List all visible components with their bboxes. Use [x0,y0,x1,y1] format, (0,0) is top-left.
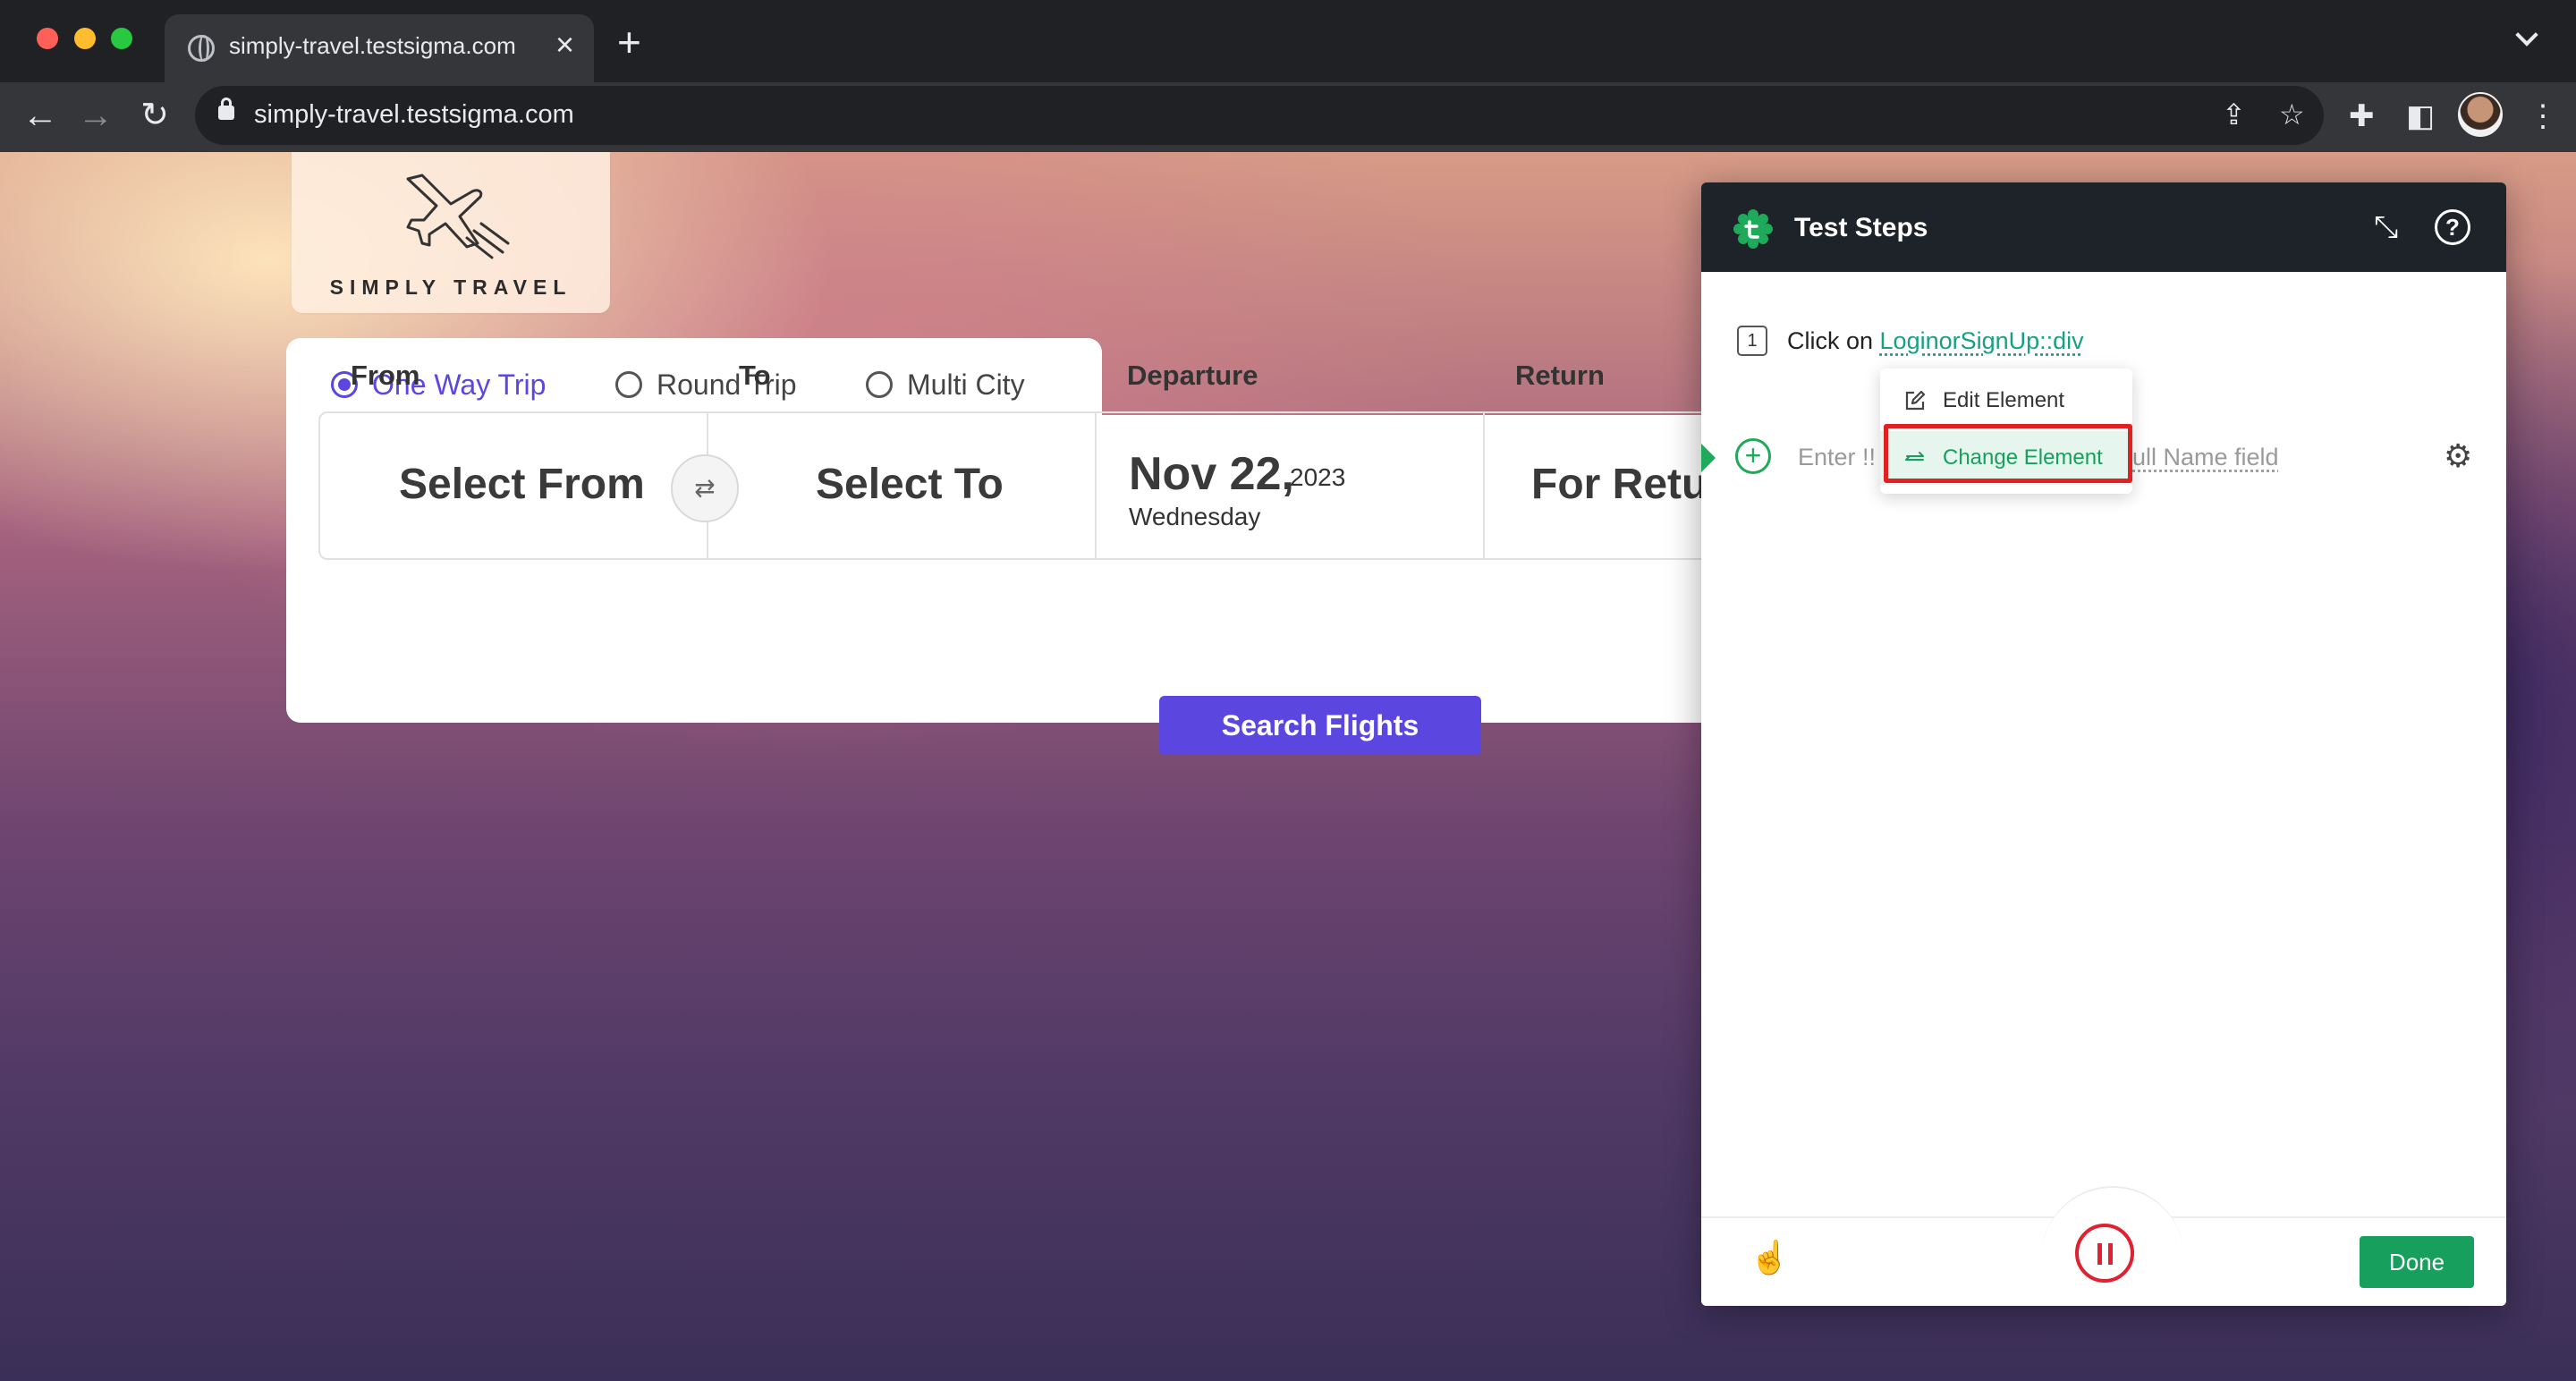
done-button[interactable]: Done [2360,1236,2474,1288]
help-icon[interactable]: ? [2435,209,2470,245]
departure-field[interactable]: Nov 22, 2023 Wednesday [1097,413,1485,558]
browser-toolbar: ← → ↻ simply-travel.testsigma.com ⇪ ☆ ✚ … [0,82,2576,152]
new-tab-button[interactable]: + [617,20,641,64]
logo-text: SIMPLY TRAVEL [329,275,572,299]
minimize-panel-icon[interactable]: ⤡ [2374,206,2398,249]
more-menu-icon[interactable]: ⋮ [2528,97,2558,136]
step-element-link[interactable]: LoginorSignUp::div [1880,327,2084,354]
departure-label: Departure [1127,360,1258,391]
search-flights-button[interactable]: Search Flights [1159,696,1481,755]
address-bar[interactable]: simply-travel.testsigma.com ⇪ ☆ [195,86,2324,145]
airplane-icon [406,174,510,259]
return-label: Return [1515,360,1605,391]
departure-date: Nov 22, [1129,448,1294,500]
step-number: 1 [1737,326,1767,356]
hand-pointer-icon[interactable]: ☝ [1750,1238,1790,1277]
departure-weekday: Wednesday [1129,503,1261,530]
chevron-down-icon[interactable] [2515,23,2538,47]
tab-bar: simply-travel.testsigma.com × + [0,0,2576,82]
menu-label: Edit Element [1943,388,2065,412]
return-value: For Retur [1531,461,1724,508]
panel-header: Test Steps ⤡ ? [1701,182,2506,272]
close-window-button[interactable] [37,28,58,49]
step-action: Click on [1787,327,1880,354]
search-fields: Select From ⇄ Select To Nov 22, 2023 Wed… [318,411,1857,560]
multi-city-radio[interactable]: Multi City [866,367,1025,402]
lock-icon [218,97,234,120]
extensions-puzzle-icon[interactable]: ✚ [2349,97,2375,136]
reload-icon[interactable]: ↻ [132,93,177,138]
highlight-box [1884,424,2132,483]
site-logo[interactable]: SIMPLY TRAVEL [292,152,610,313]
profile-avatar[interactable] [2458,92,2503,137]
new-step-input-tail[interactable]: ull Name field [2132,444,2279,471]
departure-year: 2023 [1290,463,1346,491]
add-step-icon[interactable]: + [1735,438,1771,474]
edit-icon [1905,390,1926,411]
radio-label: Multi City [907,368,1025,401]
to-value: Select To [816,461,1004,508]
pause-recording-button[interactable] [2075,1224,2134,1283]
testsigma-logo-icon [1733,209,1773,249]
maximize-window-button[interactable] [111,28,132,49]
from-field[interactable]: Select From ⇄ [320,413,739,558]
panel-title: Test Steps [1794,213,1928,242]
play-marker-icon [1701,444,1716,472]
radio-empty-icon [866,371,893,398]
test-step-text[interactable]: Click on LoginorSignUp::div [1787,327,2084,355]
browser-chrome: simply-travel.testsigma.com × + ← → ↻ si… [0,0,2576,152]
edit-element-menu-item[interactable]: Edit Element [1880,374,2132,428]
to-field[interactable]: Select To [708,413,1097,558]
gear-icon[interactable]: ⚙ [2444,438,2472,474]
minimize-window-button[interactable] [74,28,96,49]
side-panel-icon[interactable]: ◧ [2406,97,2435,136]
new-step-input[interactable]: Enter !! [1798,444,1876,471]
test-steps-panel: Test Steps ⤡ ? 1 Click on LoginorSignUp:… [1701,182,2506,1306]
url-text: simply-travel.testsigma.com [254,100,574,129]
globe-icon [188,35,215,62]
forward-icon[interactable]: → [73,93,118,138]
browser-tab[interactable]: simply-travel.testsigma.com × [165,14,594,82]
from-value: Select From [399,461,645,508]
bookmark-star-icon[interactable]: ☆ [2279,97,2305,132]
from-label: From [351,360,420,391]
tab-title: simply-travel.testsigma.com [229,32,516,59]
back-icon[interactable]: ← [18,93,63,138]
radio-label: Round Trip [657,368,797,401]
radio-empty-icon [615,371,642,398]
share-icon[interactable]: ⇪ [2222,97,2246,132]
close-tab-icon[interactable]: × [555,27,574,63]
to-label: To [739,360,771,391]
